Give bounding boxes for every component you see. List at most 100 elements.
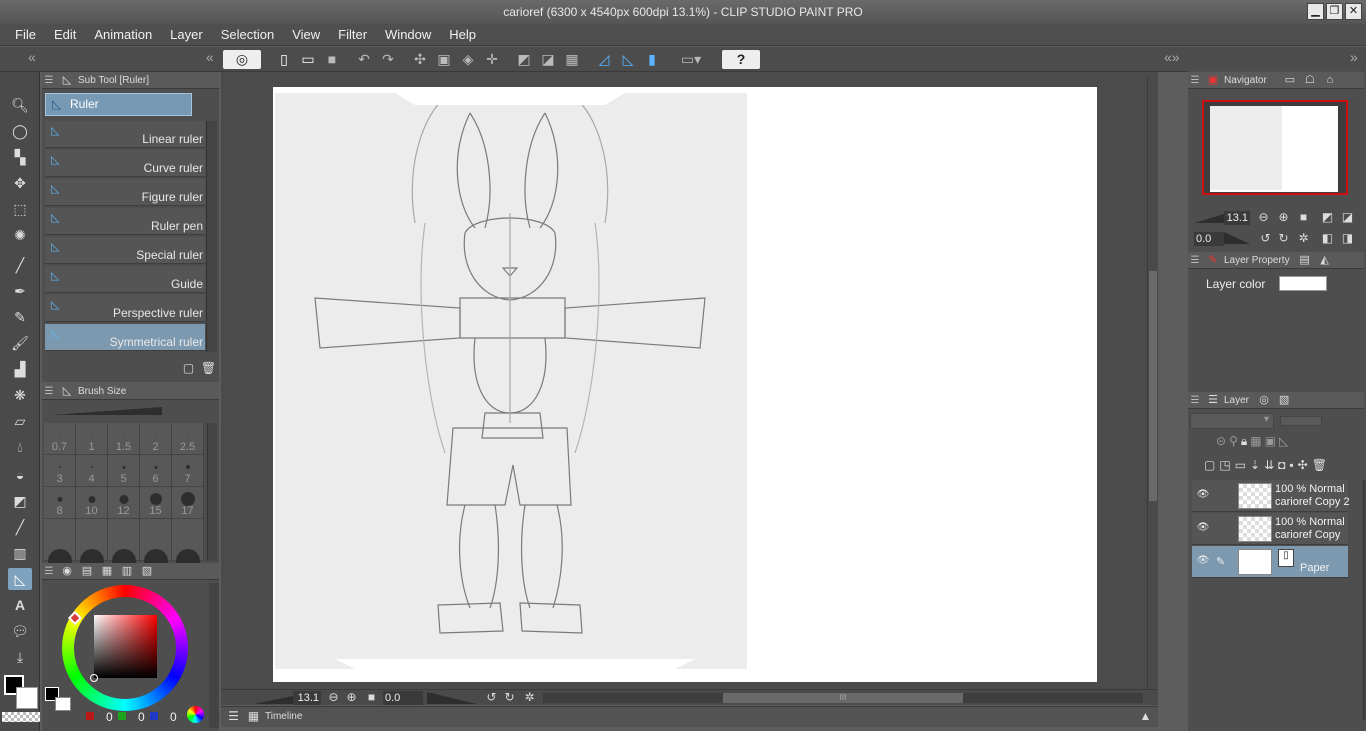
navigator-flip-v-icon[interactable]: ◨ <box>1339 230 1356 247</box>
gradient-tool-icon[interactable]: ◩ <box>8 490 32 512</box>
new-file-icon[interactable]: ▯ <box>274 50 294 69</box>
sub-tool-special-ruler[interactable]: ◺ Special ruler <box>45 237 205 264</box>
menu-file[interactable]: File <box>6 24 45 46</box>
color-slider-tab-icon[interactable]: ▤ <box>78 564 96 579</box>
rotation-value[interactable]: 0.0 <box>383 691 423 705</box>
brush-size-preset[interactable]: 17 <box>172 487 204 519</box>
visibility-eye-icon[interactable]: 👁︎ <box>1196 555 1210 569</box>
navigator-fit-icon[interactable]: ■ <box>1295 209 1312 226</box>
zoom-out-icon[interactable]: ⊖ <box>325 689 342 706</box>
snap-ruler-icon[interactable]: ◿ <box>594 50 614 69</box>
panel-menu-icon[interactable]: ☰ <box>42 386 56 397</box>
close-button[interactable]: ✕ <box>1345 3 1362 20</box>
sub-tool-perspective-ruler[interactable]: ◺ Perspective ruler <box>45 295 205 322</box>
move-layer-tool-icon[interactable]: ▚ <box>8 146 32 168</box>
sub-tool-guide[interactable]: ◺ Guide <box>45 266 205 293</box>
snap-grid-icon[interactable]: ▮ <box>642 50 662 69</box>
menu-animation[interactable]: Animation <box>85 24 161 46</box>
brush-size-preset[interactable] <box>172 519 204 573</box>
sub-tool-scrollbar[interactable] <box>206 121 217 352</box>
add-sub-tool-icon[interactable]: ▢ <box>180 360 197 377</box>
panel-menu-icon[interactable]: ☰ <box>1188 395 1202 406</box>
navigator-reset-icon[interactable]: ◪ <box>1339 209 1356 226</box>
expand-right-icon[interactable]: «» <box>1164 49 1180 65</box>
brush-size-preset[interactable] <box>76 519 108 573</box>
canvas-paper[interactable] <box>273 87 1097 682</box>
panel-menu-icon[interactable]: ☰ <box>1188 255 1202 266</box>
workspace-menu-icon[interactable]: ▭▾ <box>674 50 708 69</box>
redo-icon[interactable]: ↷ <box>378 50 398 69</box>
panel-menu-icon[interactable]: ☰ <box>42 566 56 577</box>
ruler-group-button[interactable]: ◺ Ruler <box>45 93 192 116</box>
layer-row-paper[interactable]: 👁︎ ✎ ▯ Paper <box>1192 546 1348 578</box>
color-set-tab-icon[interactable]: ▦ <box>98 564 116 579</box>
brush-size-preset[interactable]: 5 <box>108 455 140 487</box>
visibility-eye-icon[interactable]: 👁︎ <box>1196 522 1210 536</box>
enable-mask-icon[interactable]: ▣ <box>1265 434 1276 452</box>
canvas-area[interactable] <box>221 72 1158 689</box>
tool-property-tab-icon[interactable]: ◭ <box>1316 253 1334 268</box>
decoration-tool-icon[interactable]: ❋ <box>8 384 32 406</box>
brush-size-preset[interactable]: 10 <box>76 487 108 519</box>
animation-cels-tab-icon[interactable]: ◎ <box>1255 393 1273 408</box>
combine-icon[interactable]: ✣ <box>1298 458 1308 476</box>
navigator-rotate-left-icon[interactable]: ↺ <box>1257 230 1274 247</box>
canvas-horizontal-scrollbar[interactable]: III <box>543 693 1143 703</box>
menu-view[interactable]: View <box>283 24 329 46</box>
menu-edit[interactable]: Edit <box>45 24 85 46</box>
approximate-color-tab-icon[interactable]: ▧ <box>138 564 156 579</box>
transform-icon[interactable]: ✛ <box>482 50 502 69</box>
brush-size-preset[interactable]: 12 <box>108 487 140 519</box>
layer-property-tab-icon[interactable]: ✎ <box>1204 253 1222 268</box>
menu-filter[interactable]: Filter <box>329 24 376 46</box>
navigator-zoom-out-icon[interactable]: ⊖ <box>1255 209 1272 226</box>
brush-size-preset[interactable]: 7 <box>172 455 204 487</box>
canvas-vertical-scrollbar[interactable] <box>1147 76 1158 688</box>
layer-tab-icon[interactable]: ☰ <box>1204 393 1222 408</box>
fill-icon[interactable]: ▣ <box>434 50 454 69</box>
open-file-icon[interactable]: ▭ <box>298 50 318 69</box>
ruler-tool-icon[interactable]: ◺ <box>8 568 32 590</box>
brush-size-preset[interactable]: 1.5 <box>108 423 140 455</box>
history-tab-icon[interactable]: ▧ <box>1275 393 1293 408</box>
menu-help[interactable]: Help <box>440 24 485 46</box>
brush-size-preset[interactable]: 2 <box>140 423 172 455</box>
sub-tool-ruler-pen[interactable]: ◺ Ruler pen <box>45 208 205 235</box>
fill-tool-icon[interactable]: ◒ <box>8 464 32 486</box>
transparent-color-swatch[interactable] <box>2 712 40 722</box>
pencil-tool-icon[interactable]: ✎ <box>8 306 32 328</box>
collapse-toolpanel-icon[interactable]: « <box>206 49 214 65</box>
ruler-tab-icon[interactable]: ◺ <box>58 73 76 88</box>
auto-select-tool-icon[interactable]: ✺ <box>8 224 32 246</box>
navigator-tab-label[interactable]: Navigator <box>1224 75 1267 86</box>
reset-rotation-icon[interactable]: ✲ <box>521 689 538 706</box>
panel-menu-icon[interactable]: ☰ <box>225 708 242 725</box>
frame-tool-icon[interactable]: ▥ <box>8 542 32 564</box>
navigator-reset-rotation-icon[interactable]: ✲ <box>1295 230 1312 247</box>
delete-layer-icon[interactable]: 🗑︎ <box>1312 458 1327 476</box>
scroll-bar[interactable] <box>209 583 219 728</box>
hide-selection-icon[interactable]: ◩ <box>514 50 534 69</box>
color-wheel-small-icon[interactable] <box>187 706 204 723</box>
new-vector-layer-icon[interactable]: ◳ <box>1219 458 1230 476</box>
brush-size-preset[interactable]: 0.7 <box>44 423 76 455</box>
navigator-rotation-slider[interactable] <box>1224 232 1250 244</box>
brush-tool-icon[interactable]: 🖌︎ <box>8 332 32 354</box>
snap-special-ruler-icon[interactable]: ◺ <box>618 50 638 69</box>
collapse-left-icon[interactable]: « <box>28 49 36 65</box>
brush-size-preset[interactable]: 3 <box>44 455 76 487</box>
brush-size-preset[interactable]: 15 <box>140 487 172 519</box>
layer-color-swatch[interactable] <box>1279 276 1327 291</box>
sub-tool-linear-ruler[interactable]: ◺ Linear ruler <box>45 121 205 148</box>
navigator-zoom-in-icon[interactable]: ⊕ <box>1275 209 1292 226</box>
visibility-eye-icon[interactable]: 👁︎ <box>1196 489 1210 503</box>
operation-tool-icon[interactable]: ◯ <box>8 120 32 142</box>
navigator-zoom-value[interactable]: 13.1 <box>1224 211 1250 225</box>
sub-tool-curve-ruler[interactable]: ◺ Curve ruler <box>45 150 205 177</box>
layer-tab-label[interactable]: Layer <box>1224 395 1249 406</box>
text-tool-icon[interactable]: A <box>8 594 32 616</box>
navigator-tab-icon[interactable]: ▣ <box>1204 73 1222 88</box>
zoom-in-icon[interactable]: ⊕ <box>343 689 360 706</box>
collapse-right-icon[interactable]: » <box>1350 49 1358 65</box>
figure-tool-icon[interactable]: ╱ <box>8 516 32 538</box>
